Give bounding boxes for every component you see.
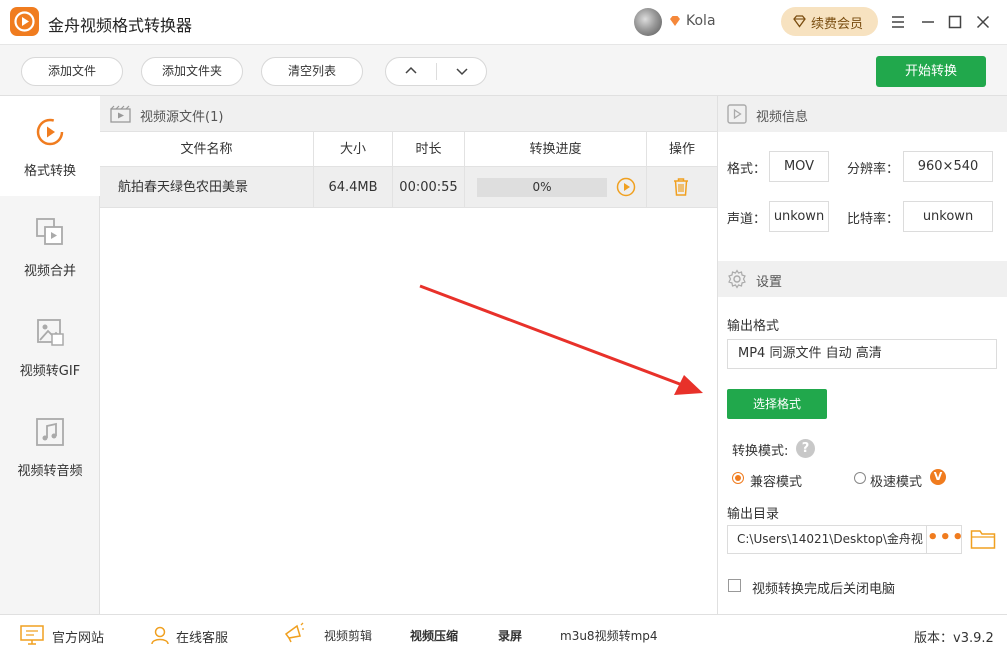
sidebar-item-label: 格式转换 [23, 164, 76, 179]
format-value: MOV [769, 151, 829, 182]
channel-label: 声道： [727, 212, 767, 227]
renew-label: 续费会员 [811, 17, 864, 32]
megaphone-icon [284, 622, 304, 643]
settings-title: 设置 [756, 275, 783, 290]
gear-icon [728, 269, 746, 289]
video-edit-link[interactable]: 视频剪辑 [324, 627, 372, 644]
settings-header: 设置 [718, 261, 1007, 297]
video-info-header: 视频信息 [718, 96, 1007, 132]
compat-mode-label[interactable]: 兼容模式 [750, 471, 802, 490]
play-icon[interactable] [616, 177, 636, 197]
chevron-up-icon [405, 66, 417, 74]
m3u8-to-mp4-link[interactable]: m3u8视频转mp4 [560, 627, 658, 644]
fast-mode-radio[interactable] [854, 472, 866, 484]
file-duration: 00:00:55 [393, 167, 465, 208]
minimize-icon[interactable] [916, 10, 940, 34]
video-audio-icon [36, 418, 64, 446]
online-support-link[interactable]: 在线客服 [176, 627, 228, 646]
sidebar-item-label: 视频转音频 [17, 464, 83, 479]
video-gif-icon [37, 319, 64, 346]
add-file-button[interactable]: 添加文件 [21, 57, 123, 86]
sidebar: 格式转换 视频合并 视频转GIF 视频转音频 [0, 96, 100, 614]
table-row[interactable]: 航拍春天绿色农田美景 64.4MB 00:00:55 0% [100, 167, 717, 208]
move-buttons [385, 57, 487, 86]
sidebar-item-label: 视频转GIF [19, 364, 81, 379]
video-file-icon [110, 105, 131, 123]
vip-diamond-icon [670, 16, 680, 26]
resolution-value: 960×540 [903, 151, 993, 182]
add-folder-button[interactable]: 添加文件夹 [141, 57, 243, 86]
compat-mode-radio[interactable] [732, 472, 744, 484]
column-header-duration: 时长 [393, 132, 465, 167]
move-up-button[interactable] [386, 58, 436, 85]
progress-bar: 0% [477, 178, 607, 197]
column-header-size: 大小 [314, 132, 393, 167]
video-info-icon [727, 104, 747, 124]
progress-label: 0% [532, 180, 552, 194]
video-info-title: 视频信息 [756, 110, 809, 125]
sidebar-item-video-audio[interactable]: 视频转音频 [0, 396, 100, 496]
choose-format-button[interactable]: 选择格式 [727, 389, 827, 419]
official-website-link[interactable]: 官方网站 [52, 627, 104, 646]
clear-list-button[interactable]: 清空列表 [261, 57, 363, 86]
start-convert-button[interactable]: 开始转换 [876, 56, 986, 87]
version-label: 版本：v3.9.2 [914, 631, 994, 646]
app-title: 金舟视频格式转换器 [48, 16, 193, 35]
resolution-label: 分辨率： [847, 162, 900, 177]
vip-badge: V [930, 469, 946, 485]
table-header: 文件名称 大小 时长 转换进度 操作 [100, 132, 717, 167]
column-header-progress: 转换进度 [465, 132, 647, 167]
support-icon [151, 626, 169, 645]
help-icon[interactable]: ? [796, 439, 815, 458]
chevron-down-icon [456, 68, 468, 76]
file-panel-header: 视频源文件(1) [100, 96, 717, 132]
sidebar-item-label: 视频合并 [23, 264, 76, 279]
avatar[interactable] [634, 8, 662, 36]
renew-membership-button[interactable]: 续费会员 [781, 7, 878, 36]
column-header-action: 操作 [668, 142, 695, 157]
delete-icon[interactable] [672, 177, 690, 197]
monitor-icon [20, 625, 44, 645]
sidebar-item-video-gif[interactable]: 视频转GIF [0, 296, 100, 396]
move-down-button[interactable] [437, 58, 487, 85]
sidebar-item-format-convert[interactable]: 格式转换 [0, 96, 100, 196]
shutdown-label[interactable]: 视频转换完成后关闭电脑 [752, 578, 895, 597]
screen-record-link[interactable]: 录屏 [498, 627, 522, 644]
file-panel-title: 视频源文件(1) [140, 110, 224, 125]
channel-value: unkown [769, 201, 829, 232]
file-size: 64.4MB [314, 167, 393, 208]
video-merge-icon [36, 218, 63, 245]
user-name[interactable]: Kola [686, 13, 716, 29]
menu-icon[interactable] [886, 10, 910, 34]
bottom-bar: 官方网站 在线客服 视频剪辑 视频压缩 录屏 m3u8视频转mp4 版本：v3.… [0, 614, 1007, 654]
format-label: 格式： [727, 162, 767, 177]
video-compress-link[interactable]: 视频压缩 [410, 627, 458, 644]
app-logo-icon [10, 7, 39, 36]
maximize-icon[interactable] [943, 10, 967, 34]
toolbar: 添加文件 添加文件夹 清空列表 开始转换 [0, 44, 1007, 96]
sidebar-item-video-merge[interactable]: 视频合并 [0, 196, 100, 296]
file-panel: 视频源文件(1) 文件名称 大小 时长 转换进度 操作 航拍春天绿色农田美景 6… [100, 96, 717, 614]
convert-mode-label: 转换模式: [732, 444, 789, 459]
output-format-field[interactable]: MP4 同源文件 自动 高清 [727, 339, 997, 369]
right-panel: 视频信息 格式： MOV 分辨率： 960×540 声道： unkown 比特率… [717, 96, 1007, 614]
title-bar: 金舟视频格式转换器 Kola 续费会员 [0, 0, 1007, 44]
bitrate-label: 比特率： [847, 212, 900, 227]
folder-icon[interactable] [970, 526, 996, 552]
output-dir-label: 输出目录 [727, 507, 780, 522]
diamond-icon [793, 15, 806, 28]
output-format-label: 输出格式 [727, 319, 780, 334]
format-convert-icon [36, 118, 64, 146]
file-name: 航拍春天绿色农田美景 [100, 167, 314, 208]
column-header-name: 文件名称 [100, 132, 314, 167]
shutdown-checkbox[interactable] [728, 579, 741, 592]
close-icon[interactable] [971, 10, 995, 34]
bitrate-value: unkown [903, 201, 993, 232]
output-dir-field[interactable]: C:\Users\14021\Desktop\金舟视 [727, 525, 927, 554]
fast-mode-label[interactable]: 极速模式 [870, 471, 922, 490]
more-options-button[interactable]: ••• [927, 525, 964, 554]
